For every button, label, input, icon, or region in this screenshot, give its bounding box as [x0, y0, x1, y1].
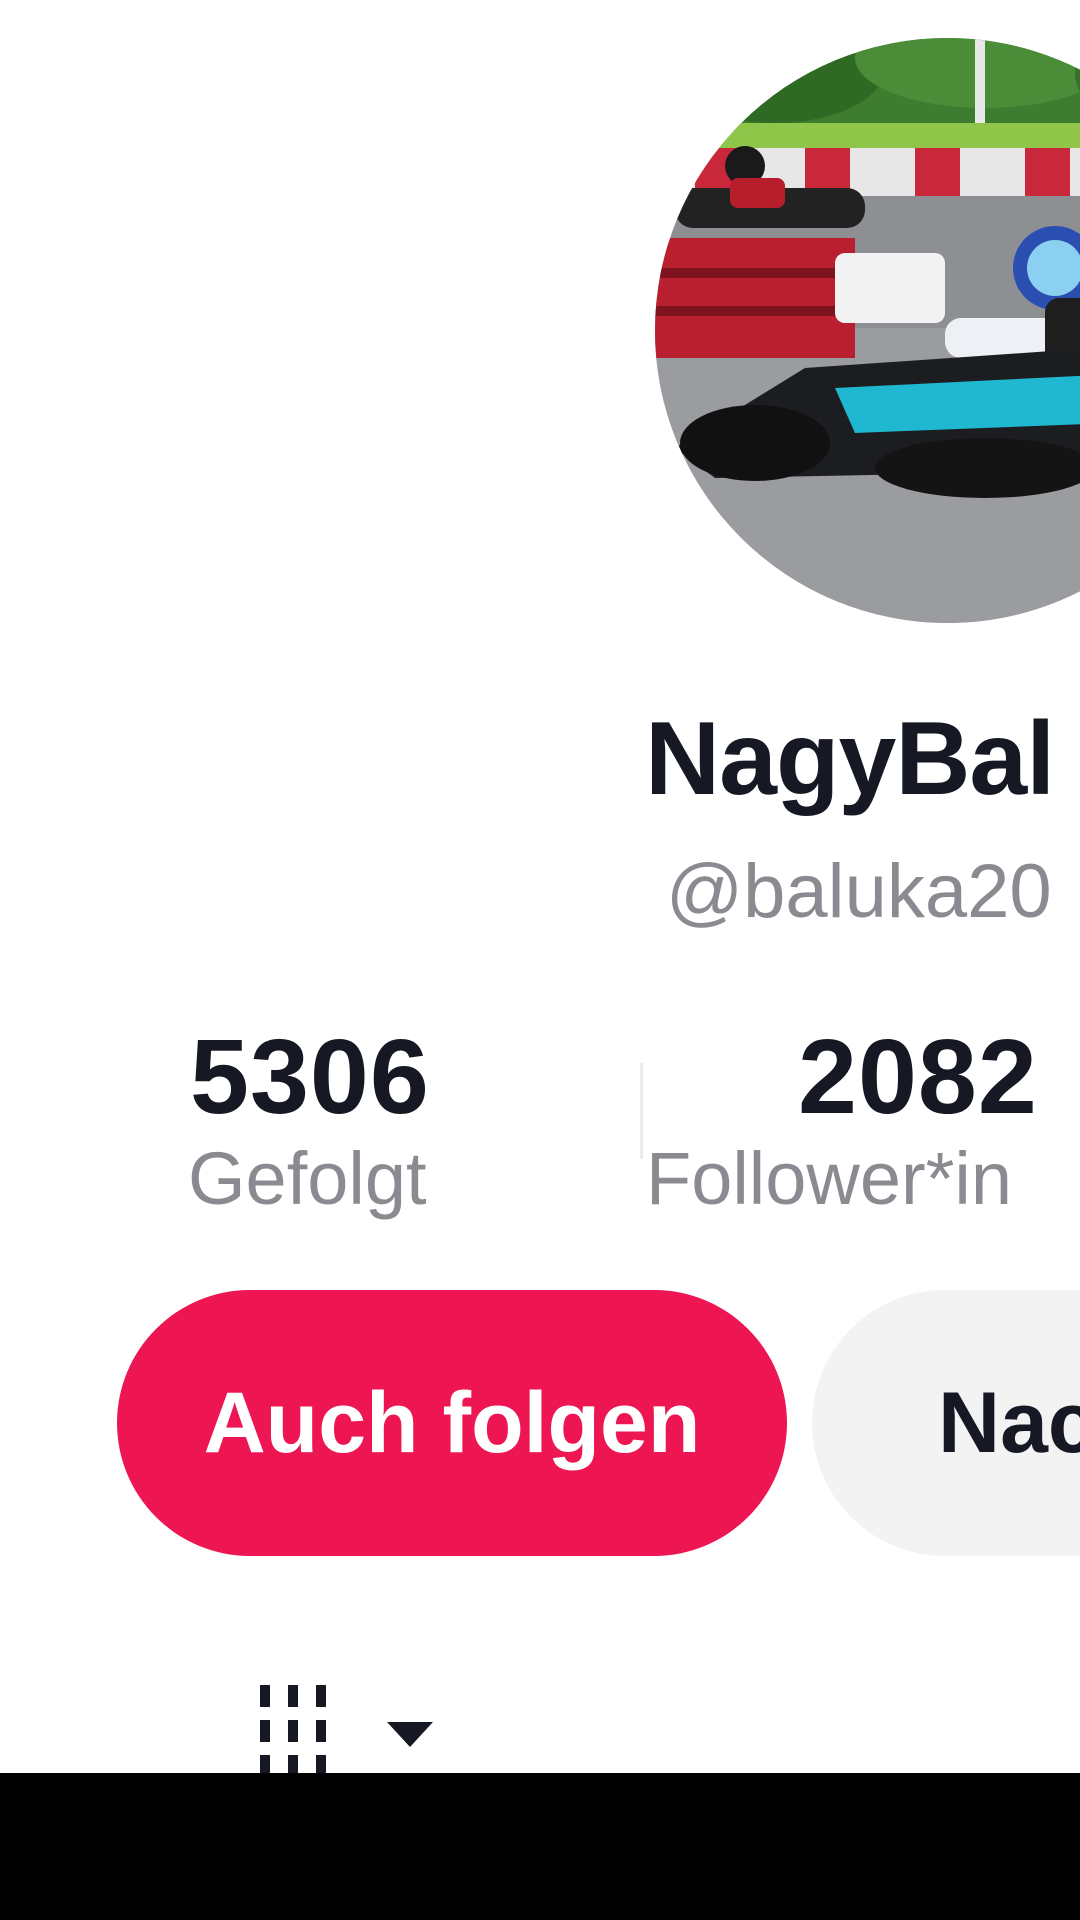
followers-label[interactable]: Follower*in [646, 1136, 1012, 1221]
stats-divider [640, 1063, 643, 1159]
avatar-image [655, 38, 1080, 623]
profile-page: NagyBal @baluka20 5306 Gefolgt 2082 Foll… [0, 0, 1080, 1920]
profile-username: @baluka20 [666, 849, 1052, 934]
message-button[interactable]: Nac [812, 1290, 1080, 1556]
followers-count[interactable]: 2082 [798, 1017, 1038, 1138]
follow-back-button[interactable]: Auch folgen [117, 1290, 787, 1556]
profile-display-name: NagyBal [645, 701, 1055, 817]
system-navigation-bar [0, 1773, 1080, 1920]
following-label[interactable]: Gefolgt [188, 1136, 427, 1221]
grid-view-toggle[interactable] [255, 1680, 445, 1780]
caret-down-icon [387, 1722, 433, 1747]
profile-avatar[interactable] [655, 38, 1080, 623]
following-count[interactable]: 5306 [190, 1017, 430, 1138]
